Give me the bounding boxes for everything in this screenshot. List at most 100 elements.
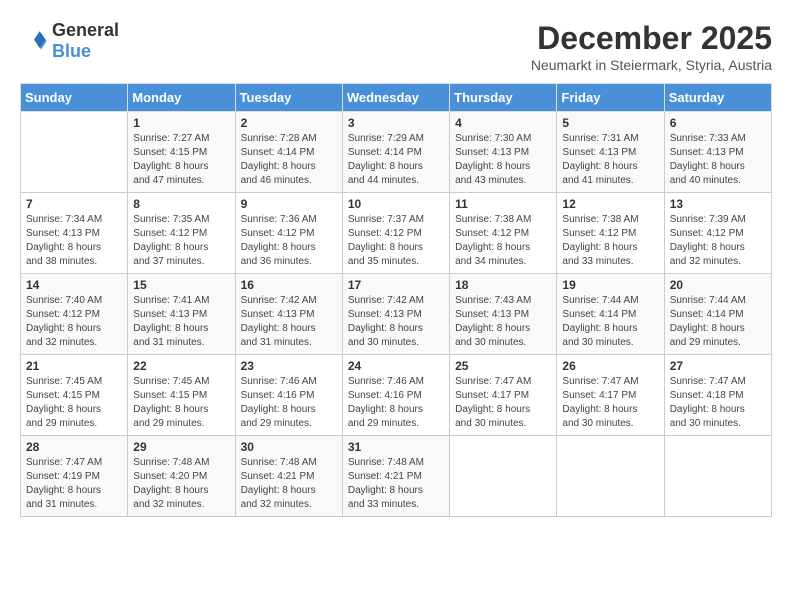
calendar-cell: 3Sunrise: 7:29 AM Sunset: 4:14 PM Daylig… (342, 112, 449, 193)
header-cell-thursday: Thursday (450, 84, 557, 112)
day-number: 16 (241, 278, 337, 292)
logo-text-blue: Blue (52, 41, 91, 61)
location: Neumarkt in Steiermark, Styria, Austria (531, 57, 772, 73)
calendar-cell: 6 Sunrise: 7:33 AM Sunset: 4:13 PM Daylig… (664, 112, 771, 193)
day-info: Sunrise: 7:39 AM Sunset: 4:12 PM Dayligh… (670, 213, 766, 269)
calendar-table: SundayMondayTuesdayWednesdayThursdayFrid… (20, 83, 772, 517)
week-row-2: 14 Sunrise: 7:40 AM Sunset: 4:12 PM Dayli… (21, 274, 772, 355)
logo-icon (20, 27, 48, 55)
day-info: Sunrise: 7:47 AM Sunset: 4:19 PM Dayligh… (26, 456, 122, 512)
day-info: Sunrise: 7:48 AM Sunset: 4:21 PM Dayligh… (241, 456, 337, 512)
day-number: 11 (455, 197, 551, 211)
calendar-cell: 30Sunrise: 7:48 AM Sunset: 4:21 PM Dayli… (235, 436, 342, 517)
day-number: 1 (133, 116, 229, 130)
calendar-body: 1 Sunrise: 7:27 AM Sunset: 4:15 PM Daylig… (21, 112, 772, 517)
calendar-cell: 23Sunrise: 7:46 AM Sunset: 4:16 PM Dayli… (235, 355, 342, 436)
day-number: 27 (670, 359, 766, 373)
day-number: 18 (455, 278, 551, 292)
day-number: 9 (241, 197, 337, 211)
calendar-cell: 29 Sunrise: 7:48 AM Sunset: 4:20 PM Dayli… (128, 436, 235, 517)
day-info: Sunrise: 7:38 AM Sunset: 4:12 PM Dayligh… (562, 213, 658, 269)
calendar-cell: 15 Sunrise: 7:41 AM Sunset: 4:13 PM Dayli… (128, 274, 235, 355)
day-info: Sunrise: 7:46 AM Sunset: 4:16 PM Dayligh… (348, 375, 444, 431)
day-info: Sunrise: 7:47 AM Sunset: 4:17 PM Dayligh… (562, 375, 658, 431)
calendar-cell: 28 Sunrise: 7:47 AM Sunset: 4:19 PM Dayli… (21, 436, 128, 517)
day-number: 10 (348, 197, 444, 211)
calendar-cell: 16 Sunrise: 7:42 AM Sunset: 4:13 PM Dayli… (235, 274, 342, 355)
logo: General Blue (20, 20, 119, 62)
day-number: 31 (348, 440, 444, 454)
day-info: Sunrise: 7:31 AM Sunset: 4:13 PM Dayligh… (562, 132, 658, 188)
day-number: 6 (670, 116, 766, 130)
week-row-0: 1 Sunrise: 7:27 AM Sunset: 4:15 PM Daylig… (21, 112, 772, 193)
day-info: Sunrise: 7:27 AM Sunset: 4:15 PM Dayligh… (133, 132, 229, 188)
day-number: 3 (348, 116, 444, 130)
day-info: Sunrise: 7:45 AM Sunset: 4:15 PM Dayligh… (133, 375, 229, 431)
calendar-cell: 17 Sunrise: 7:42 AM Sunset: 4:13 PM Dayli… (342, 274, 449, 355)
calendar-cell: 13 Sunrise: 7:39 AM Sunset: 4:12 PM Dayli… (664, 193, 771, 274)
day-number: 15 (133, 278, 229, 292)
calendar-cell: 24 Sunrise: 7:46 AM Sunset: 4:16 PM Dayli… (342, 355, 449, 436)
calendar-cell: 25 Sunrise: 7:47 AM Sunset: 4:17 PM Dayli… (450, 355, 557, 436)
calendar-cell: 5Sunrise: 7:31 AM Sunset: 4:13 PM Daylig… (557, 112, 664, 193)
day-number: 29 (133, 440, 229, 454)
week-row-3: 21 Sunrise: 7:45 AM Sunset: 4:15 PM Dayli… (21, 355, 772, 436)
day-info: Sunrise: 7:41 AM Sunset: 4:13 PM Dayligh… (133, 294, 229, 350)
day-info: Sunrise: 7:47 AM Sunset: 4:17 PM Dayligh… (455, 375, 551, 431)
day-number: 21 (26, 359, 122, 373)
header-cell-saturday: Saturday (664, 84, 771, 112)
calendar-cell: 2 Sunrise: 7:28 AM Sunset: 4:14 PM Daylig… (235, 112, 342, 193)
day-number: 19 (562, 278, 658, 292)
header-row: SundayMondayTuesdayWednesdayThursdayFrid… (21, 84, 772, 112)
day-info: Sunrise: 7:48 AM Sunset: 4:20 PM Dayligh… (133, 456, 229, 512)
week-row-1: 7 Sunrise: 7:34 AM Sunset: 4:13 PM Daylig… (21, 193, 772, 274)
calendar-cell: 7 Sunrise: 7:34 AM Sunset: 4:13 PM Daylig… (21, 193, 128, 274)
calendar-cell: 12Sunrise: 7:38 AM Sunset: 4:12 PM Dayli… (557, 193, 664, 274)
day-number: 2 (241, 116, 337, 130)
day-info: Sunrise: 7:30 AM Sunset: 4:13 PM Dayligh… (455, 132, 551, 188)
day-info: Sunrise: 7:35 AM Sunset: 4:12 PM Dayligh… (133, 213, 229, 269)
day-info: Sunrise: 7:42 AM Sunset: 4:13 PM Dayligh… (241, 294, 337, 350)
day-info: Sunrise: 7:46 AM Sunset: 4:16 PM Dayligh… (241, 375, 337, 431)
day-number: 13 (670, 197, 766, 211)
day-info: Sunrise: 7:28 AM Sunset: 4:14 PM Dayligh… (241, 132, 337, 188)
calendar-cell: 21 Sunrise: 7:45 AM Sunset: 4:15 PM Dayli… (21, 355, 128, 436)
calendar-cell: 11Sunrise: 7:38 AM Sunset: 4:12 PM Dayli… (450, 193, 557, 274)
header-cell-sunday: Sunday (21, 84, 128, 112)
day-info: Sunrise: 7:40 AM Sunset: 4:12 PM Dayligh… (26, 294, 122, 350)
day-info: Sunrise: 7:33 AM Sunset: 4:13 PM Dayligh… (670, 132, 766, 188)
calendar-cell: 22 Sunrise: 7:45 AM Sunset: 4:15 PM Dayli… (128, 355, 235, 436)
calendar-cell: 20 Sunrise: 7:44 AM Sunset: 4:14 PM Dayli… (664, 274, 771, 355)
calendar-header: SundayMondayTuesdayWednesdayThursdayFrid… (21, 84, 772, 112)
day-info: Sunrise: 7:44 AM Sunset: 4:14 PM Dayligh… (562, 294, 658, 350)
day-number: 8 (133, 197, 229, 211)
calendar-cell: 10 Sunrise: 7:37 AM Sunset: 4:12 PM Dayli… (342, 193, 449, 274)
calendar-cell (450, 436, 557, 517)
day-number: 7 (26, 197, 122, 211)
calendar-cell (21, 112, 128, 193)
calendar-cell: 31Sunrise: 7:48 AM Sunset: 4:21 PM Dayli… (342, 436, 449, 517)
day-number: 26 (562, 359, 658, 373)
day-info: Sunrise: 7:44 AM Sunset: 4:14 PM Dayligh… (670, 294, 766, 350)
day-number: 17 (348, 278, 444, 292)
day-info: Sunrise: 7:36 AM Sunset: 4:12 PM Dayligh… (241, 213, 337, 269)
day-number: 4 (455, 116, 551, 130)
day-info: Sunrise: 7:34 AM Sunset: 4:13 PM Dayligh… (26, 213, 122, 269)
day-info: Sunrise: 7:37 AM Sunset: 4:12 PM Dayligh… (348, 213, 444, 269)
header-cell-tuesday: Tuesday (235, 84, 342, 112)
day-number: 20 (670, 278, 766, 292)
day-info: Sunrise: 7:45 AM Sunset: 4:15 PM Dayligh… (26, 375, 122, 431)
header-cell-friday: Friday (557, 84, 664, 112)
day-info: Sunrise: 7:42 AM Sunset: 4:13 PM Dayligh… (348, 294, 444, 350)
day-info: Sunrise: 7:43 AM Sunset: 4:13 PM Dayligh… (455, 294, 551, 350)
header-cell-monday: Monday (128, 84, 235, 112)
calendar-cell (664, 436, 771, 517)
day-number: 22 (133, 359, 229, 373)
calendar-cell: 18 Sunrise: 7:43 AM Sunset: 4:13 PM Dayli… (450, 274, 557, 355)
day-number: 25 (455, 359, 551, 373)
day-number: 14 (26, 278, 122, 292)
day-info: Sunrise: 7:47 AM Sunset: 4:18 PM Dayligh… (670, 375, 766, 431)
day-number: 24 (348, 359, 444, 373)
day-number: 28 (26, 440, 122, 454)
calendar-cell: 14 Sunrise: 7:40 AM Sunset: 4:12 PM Dayli… (21, 274, 128, 355)
